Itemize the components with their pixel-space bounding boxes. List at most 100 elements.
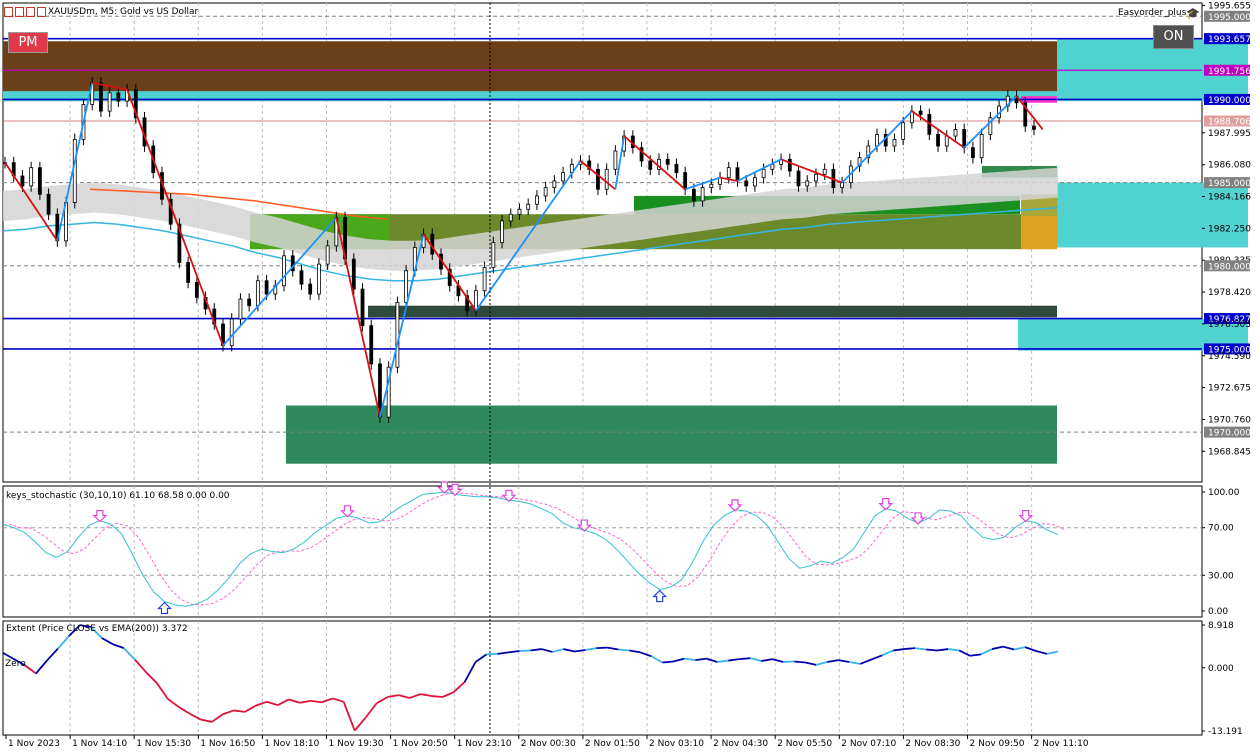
price-tick-label: 1986.080: [1208, 161, 1251, 171]
extent-segment: [926, 648, 938, 652]
price-label: 1980.000: [1208, 262, 1251, 272]
pm-badge[interactable]: PM: [8, 32, 48, 53]
dark-slate-zone: [368, 305, 1057, 318]
time-tick-label: 2 Nov 01:50: [585, 739, 640, 749]
candle-body: [979, 133, 984, 159]
stochastic-tick-label: 70.00: [1208, 524, 1234, 534]
price-label: 1991.756: [1208, 67, 1251, 77]
candle-body: [796, 170, 801, 187]
extent-zero-label: Zero: [5, 659, 26, 669]
extent-segment: [794, 660, 806, 664]
candle-body: [491, 242, 496, 268]
time-tick-label: 1 Nov 16:50: [200, 739, 255, 749]
candle-body: [822, 168, 827, 175]
time-tick-label: 1 Nov 20:50: [393, 739, 448, 749]
candle-body: [1032, 125, 1036, 130]
properties-icon[interactable]: [26, 7, 35, 17]
extent-segment: [904, 647, 916, 650]
candle-body: [482, 267, 487, 292]
price-tick-label: 1970.760: [1208, 415, 1251, 425]
time-tick-label: 2 Nov 11:10: [1034, 739, 1089, 749]
candle-body: [99, 82, 103, 112]
price-tick-label: 1974.590: [1208, 352, 1251, 362]
time-tick-label: 1 Nov 14:10: [72, 739, 127, 749]
extent-segment: [431, 695, 443, 698]
candle-body: [892, 138, 897, 147]
time-tick-label: 2 Nov 05:50: [777, 739, 832, 749]
price-tick-label: 1984.166: [1208, 192, 1251, 202]
stochastic-pane-frame: [2, 485, 1203, 618]
candle-body: [369, 325, 374, 365]
orange-zone: [1021, 215, 1057, 250]
stochastic-tick-label: 100.00: [1208, 488, 1240, 498]
price-tick-label: 1978.420: [1208, 288, 1251, 298]
candle-body: [552, 180, 557, 189]
chart-icon[interactable]: [4, 7, 13, 17]
candle-body: [526, 203, 531, 210]
stochastic-tick-label: 30.00: [1208, 571, 1234, 581]
price-tick-label: 1995.655: [1208, 1, 1251, 11]
extent-tick-label: 0.000: [1208, 664, 1234, 674]
candle-body: [936, 133, 940, 147]
candle-body: [360, 288, 365, 327]
candle-body: [962, 129, 967, 149]
price-label: 1985.000: [1208, 179, 1251, 189]
window-icons[interactable]: [4, 7, 46, 19]
candle-body: [918, 110, 923, 115]
candle-body: [46, 193, 51, 215]
time-tick-label: 2 Nov 08:30: [905, 739, 960, 749]
candle-body: [229, 318, 234, 347]
candle-body: [299, 270, 304, 285]
extent-pane-frame: [2, 620, 1203, 736]
extent-segment: [739, 657, 751, 661]
candle-body: [665, 158, 670, 165]
time-tick-label: 2 Nov 00:30: [521, 739, 576, 749]
trading-chart[interactable]: 1995.655 1995.000 1993.657 1991.756 1990.000…: [0, 0, 1260, 755]
candle-body: [351, 258, 356, 290]
candle-body: [517, 208, 522, 215]
candle-body: [613, 150, 618, 170]
candle-body: [744, 180, 749, 187]
candle-body: [840, 182, 845, 189]
chart-title: XAUUSDm, M5: Gold vs US Dollar: [48, 7, 199, 17]
candle-body: [726, 167, 731, 179]
stochastic-tick-label: 0.00: [1208, 607, 1228, 617]
candle-body: [116, 92, 121, 102]
time-tick-label: 2 Nov 04:30: [713, 739, 768, 749]
arrow-icon[interactable]: [37, 7, 46, 17]
candle-body: [953, 129, 958, 137]
extent-tick-label: 8.918: [1208, 621, 1234, 631]
price-tick-label: 1976.505: [1208, 320, 1251, 330]
time-tick-label: 1 Nov 15:30: [136, 739, 191, 749]
dark-green-demand-zone: [286, 405, 1057, 464]
bars-icon[interactable]: [15, 7, 24, 17]
candle-body: [674, 163, 679, 174]
candle-body: [325, 245, 330, 265]
candle-body: [875, 133, 879, 147]
candle-body: [282, 255, 286, 287]
candle-body: [753, 177, 757, 187]
candle-body: [20, 175, 25, 187]
on-badge[interactable]: ON: [1153, 25, 1194, 49]
price-tick-label: 1972.675: [1208, 384, 1251, 394]
candle-body: [683, 172, 688, 190]
candle-body: [500, 220, 504, 243]
price-label: 1993.657: [1208, 35, 1251, 45]
candle-body: [787, 158, 792, 172]
candle-body: [901, 122, 906, 140]
candle-body: [29, 167, 34, 187]
time-tick-label: 1 Nov 18:10: [264, 739, 319, 749]
candle-body: [186, 262, 191, 283]
candle-body: [814, 173, 818, 182]
candle-body: [543, 187, 548, 197]
price-tick-label: 1968.845: [1208, 447, 1251, 457]
time-tick-label: 2 Nov 09:50: [970, 739, 1025, 749]
candle-body: [761, 168, 766, 179]
price-label: 1995.000: [1208, 13, 1251, 23]
candle-body: [604, 168, 609, 190]
time-tick-label: 2 Nov 03:10: [649, 739, 704, 749]
price-tick-label: 1982.250: [1208, 224, 1251, 234]
candle-body: [264, 280, 269, 295]
extent-tick-label: -13.191: [1208, 727, 1243, 737]
candle-body: [596, 168, 600, 190]
